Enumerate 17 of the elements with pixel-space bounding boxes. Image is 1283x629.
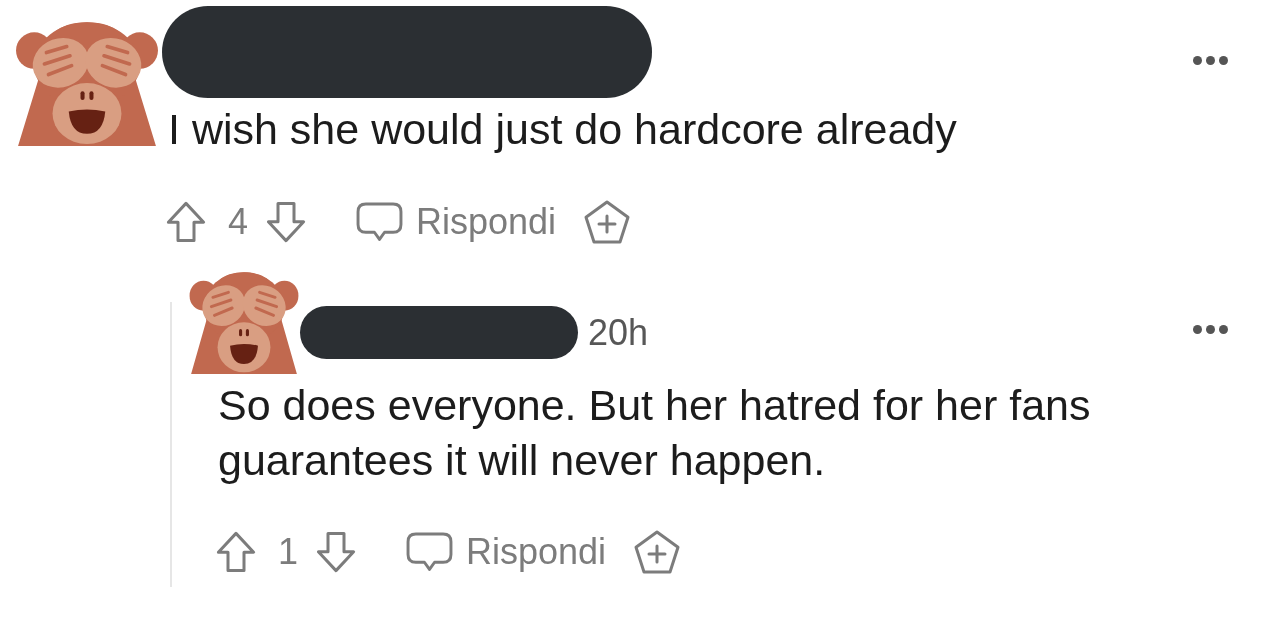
pentagon-plus-icon[interactable] xyxy=(634,530,681,574)
more-icon[interactable] xyxy=(1193,56,1228,65)
vote-count: 1 xyxy=(278,531,299,573)
reply-button[interactable]: Rispondi xyxy=(356,201,557,243)
arrow-down-icon[interactable] xyxy=(316,531,357,573)
comment-time: 20h xyxy=(588,311,649,354)
arrow-up-icon[interactable] xyxy=(166,201,206,243)
speech-bubble-icon xyxy=(356,202,404,242)
comment-text: I wish she would just do hardcore already xyxy=(168,105,957,153)
pentagon-plus-icon[interactable] xyxy=(584,200,631,244)
arrow-up-icon[interactable] xyxy=(216,531,256,573)
arrow-down-icon[interactable] xyxy=(266,201,307,243)
speech-bubble-icon xyxy=(406,532,454,572)
comment-text: So does everyone. But her hatred for her fans guarantees it will never happen. xyxy=(218,380,1092,486)
vote-count: 4 xyxy=(228,201,249,243)
reply-button[interactable]: Rispondi xyxy=(406,531,607,573)
more-icon[interactable] xyxy=(1193,325,1228,334)
